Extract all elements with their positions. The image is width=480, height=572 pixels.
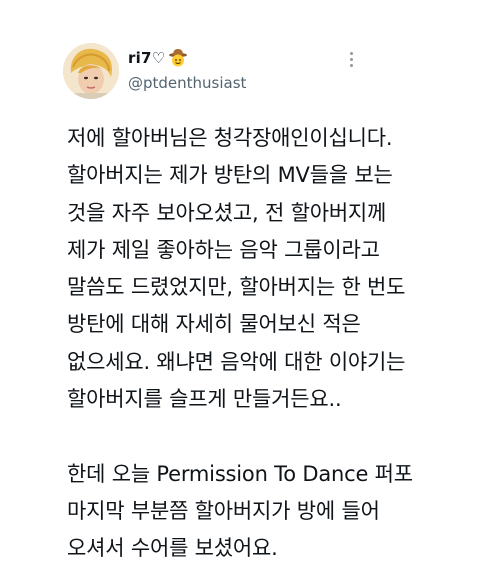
- avatar-image: [63, 43, 119, 99]
- more-options-icon[interactable]: [343, 48, 359, 70]
- more-dot: [349, 63, 353, 67]
- tweet-text: 저에 할아버님은 청각장애인이십니다. 할아버지는 제가 방탄의 MV들을 보는…: [67, 120, 467, 568]
- display-name-row[interactable]: ri7♡: [128, 46, 246, 70]
- tweet-text-line: 없으세요. 왜냐면 음악에 대한 이야기는: [67, 349, 406, 374]
- more-dot: [349, 51, 353, 55]
- tweet-text-line: 한데 오늘 Permission To Dance 퍼포: [67, 461, 413, 486]
- user-handle[interactable]: @ptdenthusiast: [128, 74, 246, 92]
- cowboy-hat-face-icon: [168, 48, 188, 68]
- display-name[interactable]: ri7♡: [128, 49, 165, 67]
- tweet-text-line: 오셔서 수어를 보셨어요.: [67, 536, 278, 561]
- tweet-text-line: 것을 자주 보아오셨고, 전 할아버지께: [67, 200, 387, 225]
- avatar[interactable]: [63, 43, 119, 99]
- tweet-text-line: 마지막 부분쯤 할아버지가 방에 들어: [67, 498, 380, 523]
- tweet-text-line: 저에 할아버님은 청각장애인이십니다.: [67, 126, 393, 150]
- tweet-text-line: 말씀도 드렸었지만, 할아버지는 한 번도: [67, 275, 406, 300]
- tweet-text-line: 할아버지를 슬프게 만들거든요..: [67, 387, 342, 412]
- author-block: ri7♡ @ptdenthusiast: [128, 46, 246, 92]
- more-dot: [349, 57, 353, 61]
- tweet: ri7♡ @ptdenthusiast 저에 할아버님은 청각장애인이십니다. …: [0, 0, 480, 572]
- tweet-text-line: 할아버지는 제가 방탄의 MV들을 보는: [67, 163, 393, 188]
- tweet-text-line: 방탄에 대해 자세히 물어보신 적은: [67, 312, 361, 337]
- tweet-text-line: 제가 제일 좋아하는 음악 그룹이라고: [67, 237, 380, 262]
- paragraph-break: [67, 418, 467, 455]
